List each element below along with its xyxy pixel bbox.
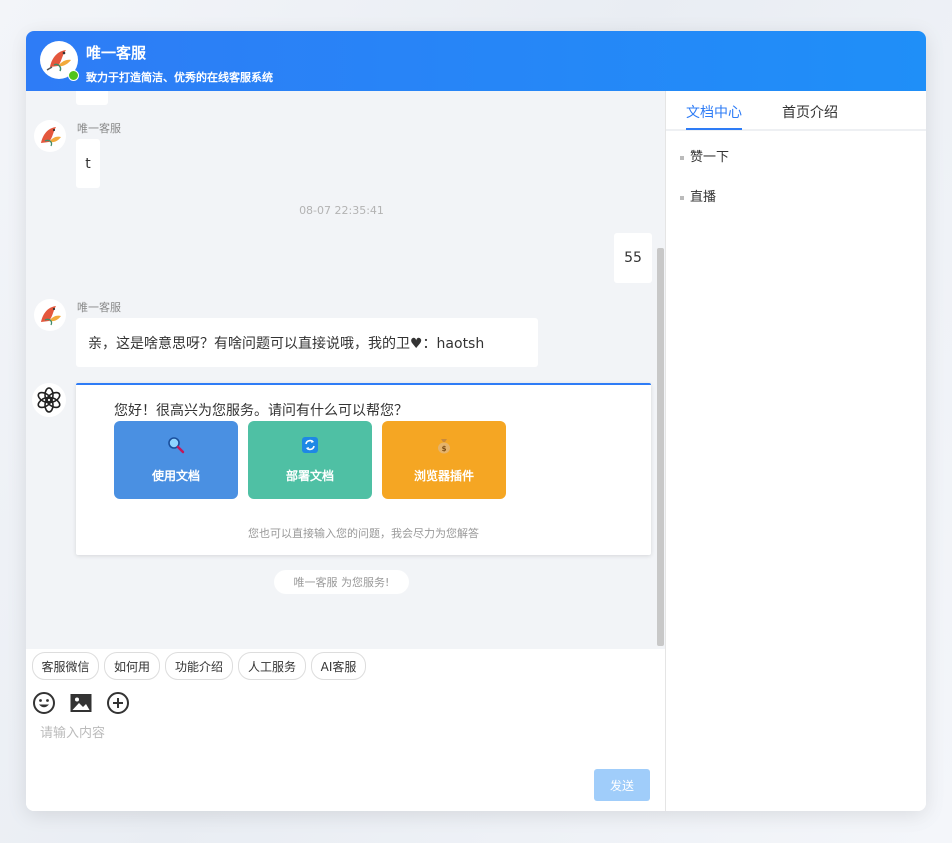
header-subtitle: 致力于打造简洁、优秀的在线客服系统 — [86, 71, 273, 84]
tile-browser-plugin[interactable]: $ 浏览器插件 — [382, 421, 506, 499]
emoji-icon[interactable] — [32, 691, 56, 715]
sender-name: 唯一客服 — [77, 122, 121, 135]
message-input[interactable] — [40, 722, 640, 744]
ai-hint-text: 您也可以直接输入您的问题，我会尽力为您解答 — [248, 527, 479, 540]
tab-doc-center[interactable]: 文档中心 — [686, 102, 742, 122]
message-timestamp: 08-07 22:35:41 — [299, 204, 384, 217]
doc-item[interactable]: 赞一下 — [680, 146, 729, 165]
add-circle-icon[interactable] — [106, 691, 130, 715]
quick-reply-how-to[interactable]: 如何用 — [104, 652, 160, 680]
online-status-dot — [68, 70, 79, 81]
svg-text:$: $ — [442, 445, 447, 453]
tile-label: 浏览器插件 — [413, 469, 474, 483]
agent-avatar — [34, 120, 66, 152]
active-tab-indicator — [686, 128, 742, 130]
message-bubble-clipped — [76, 91, 108, 105]
header-title: 唯一客服 — [86, 44, 147, 62]
sender-name: 唯一客服 — [77, 301, 121, 314]
ai-bot-icon — [32, 383, 66, 417]
chat-window: 唯一客服 致力于打造简洁、优秀的在线客服系统 唯一客服 t 08-07 22:3… — [26, 31, 926, 811]
side-panel: 文档中心 首页介绍 赞一下 直播 — [665, 91, 926, 811]
money-bag-icon: $ — [434, 435, 454, 455]
chat-scrollbar[interactable] — [657, 248, 664, 646]
refresh-icon — [300, 435, 320, 455]
message-bubble: 亲，这是啥意思呀？有啥问题可以直接说哦，我的卫♥：haotsh — [76, 318, 538, 367]
doc-item-label: 直播 — [690, 190, 717, 205]
send-button[interactable]: 发送 — [594, 769, 650, 801]
bullet-icon — [680, 155, 684, 160]
magnifier-icon — [166, 435, 186, 455]
user-message-bubble: 55 — [614, 233, 652, 283]
ai-greeting: 您好！很高兴为您服务。请问有什么可以帮您？ — [114, 403, 408, 419]
tile-usage-docs[interactable]: 使用文档 — [114, 421, 238, 499]
tab-home-intro[interactable]: 首页介绍 — [782, 102, 838, 122]
doc-item-label: 赞一下 — [690, 150, 730, 165]
image-icon[interactable] — [69, 691, 93, 715]
chat-header: 唯一客服 致力于打造简洁、优秀的在线客服系统 — [26, 31, 926, 91]
doc-item[interactable]: 直播 — [680, 186, 716, 205]
tile-label: 使用文档 — [151, 469, 200, 483]
ai-welcome-card: 您好！很高兴为您服务。请问有什么可以帮您？ 使用文档 部署文档 $ 浏览器插件 … — [76, 383, 651, 555]
composer: 发送 — [26, 684, 665, 811]
quick-reply-wechat[interactable]: 客服微信 — [32, 652, 99, 680]
service-pill: 唯一客服 为您服务! — [274, 570, 409, 594]
bullet-icon — [680, 195, 684, 200]
quick-reply-features[interactable]: 功能介绍 — [165, 652, 233, 680]
quick-reply-human-service[interactable]: 人工服务 — [238, 652, 306, 680]
message-bubble: t — [76, 139, 100, 188]
tile-label: 部署文档 — [285, 469, 334, 483]
message-list[interactable]: 唯一客服 t 08-07 22:35:41 55 唯一客服 亲，这是啥意思呀？有… — [26, 91, 665, 649]
agent-avatar — [34, 299, 66, 331]
quick-reply-ai-service[interactable]: AI客服 — [311, 652, 366, 680]
tile-deploy-docs[interactable]: 部署文档 — [248, 421, 372, 499]
